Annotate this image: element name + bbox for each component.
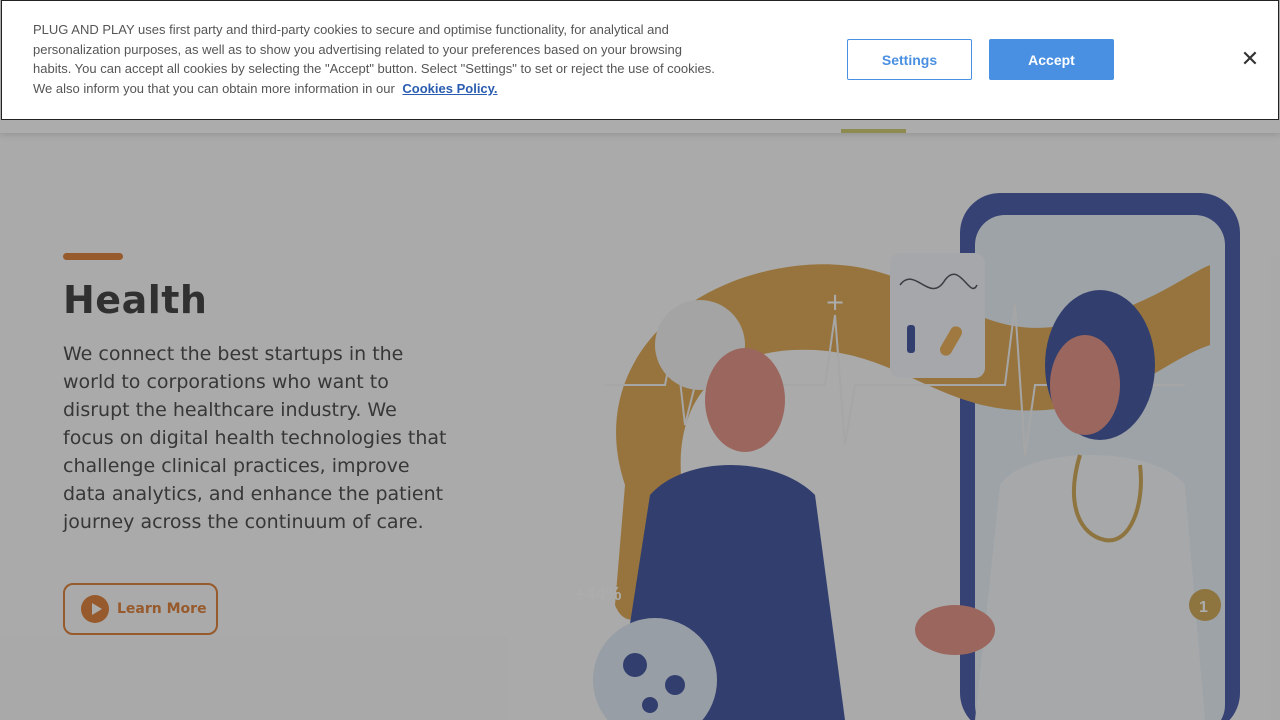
chart-card <box>890 253 985 378</box>
bacteria-dot-2 <box>665 675 685 695</box>
settings-button[interactable]: Settings <box>847 39 972 80</box>
handshake <box>915 605 995 655</box>
cookie-message: PLUG AND PLAY uses first party and third… <box>33 22 715 97</box>
accept-button[interactable]: Accept <box>989 39 1114 80</box>
play-icon <box>81 595 109 623</box>
right-figure-coat <box>975 455 1205 720</box>
plus-sign: + <box>825 288 845 316</box>
left-figure-face <box>705 348 785 452</box>
hero-title: Health <box>63 278 208 322</box>
learn-more-button[interactable]: Learn More <box>63 583 218 635</box>
bacteria-dot-1 <box>623 653 647 677</box>
health-illustration: +44% 1 + <box>575 193 1240 720</box>
nav-active-indicator <box>841 129 906 133</box>
bacteria-dot-3 <box>642 697 658 713</box>
stat-label: +44% <box>575 584 622 604</box>
close-icon[interactable]: ✕ <box>1236 45 1264 73</box>
cookie-text: PLUG AND PLAY uses first party and third… <box>33 20 723 99</box>
learn-more-label: Learn More <box>117 601 207 617</box>
exclamation-icon <box>907 325 915 353</box>
title-accent-bar <box>63 253 123 260</box>
coin-badge-number: 1 <box>1199 599 1208 616</box>
right-figure-face <box>1050 335 1120 435</box>
hero-description: We connect the best startups in the worl… <box>63 343 447 533</box>
cookies-policy-link[interactable]: Cookies Policy. <box>402 81 497 96</box>
cookie-banner: PLUG AND PLAY uses first party and third… <box>1 0 1279 120</box>
